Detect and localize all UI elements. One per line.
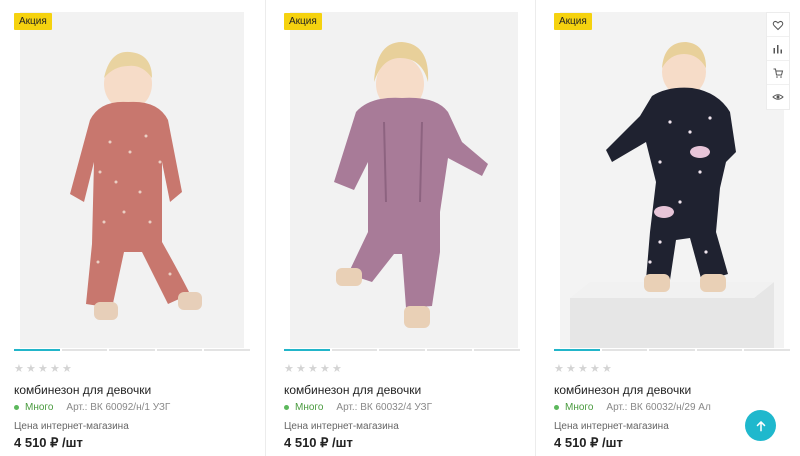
star-icon: ★ [38, 363, 48, 375]
scroll-to-top-button[interactable] [745, 410, 776, 441]
star-icon: ★ [26, 363, 36, 375]
eye-icon [772, 94, 784, 100]
star-icon: ★ [14, 363, 24, 375]
product-card[interactable]: Акция ★ ★ ★ ★ ★ комбинезон для девочки М… [268, 0, 536, 456]
star-icon: ★ [590, 363, 600, 375]
stock-status: Много [295, 402, 324, 413]
star-icon: ★ [602, 363, 612, 375]
product-card[interactable]: Акция ★ ★ ★ ★ ★ комбинезон для девочки М… [540, 0, 800, 456]
stock-status: Много [25, 402, 54, 413]
promo-badge: Акция [14, 13, 52, 30]
stock-row: Много Арт.: ВК 60092/н/1 УЗГ [14, 402, 170, 413]
promo-badge: Акция [554, 13, 592, 30]
product-photo[interactable] [20, 12, 244, 348]
rating-stars: ★ ★ ★ ★ ★ [284, 363, 342, 375]
stock-dot-icon [554, 405, 559, 410]
star-icon: ★ [578, 363, 588, 375]
product-photo[interactable] [560, 12, 784, 348]
star-icon: ★ [62, 363, 72, 375]
slider-segment[interactable] [109, 349, 155, 351]
photo-slider-indicator[interactable] [554, 349, 790, 351]
slider-segment[interactable] [61, 349, 108, 351]
price-label: Цена интернет-магазина [554, 421, 669, 432]
product-price: 4 510 ₽ /шт [14, 435, 83, 450]
stock-row: Много Арт.: ВК 60032/4 УЗГ [284, 402, 432, 413]
slider-segment[interactable] [204, 349, 250, 351]
photo-slider-indicator[interactable] [284, 349, 520, 351]
photo-slider-indicator[interactable] [14, 349, 250, 351]
cart-icon [773, 68, 784, 78]
star-icon: ★ [50, 363, 60, 375]
rating-stars: ★ ★ ★ ★ ★ [14, 363, 72, 375]
star-icon: ★ [320, 363, 330, 375]
add-to-cart-button[interactable] [767, 61, 789, 85]
product-price: 4 510 ₽ /шт [284, 435, 353, 450]
slider-segment[interactable] [696, 349, 743, 351]
slider-segment[interactable] [156, 349, 203, 351]
price-label: Цена интернет-магазина [284, 421, 399, 432]
product-price: 4 510 ₽ /шт [554, 435, 623, 450]
slider-segment[interactable] [554, 349, 600, 351]
star-icon: ★ [284, 363, 294, 375]
article-number: Арт.: ВК 60032/н/29 Ал [606, 402, 711, 413]
slider-segment[interactable] [744, 349, 790, 351]
product-photo[interactable] [290, 12, 518, 348]
slider-segment[interactable] [649, 349, 695, 351]
product-title[interactable]: комбинезон для девочки [14, 383, 151, 397]
promo-badge: Акция [284, 13, 322, 30]
product-actions [766, 12, 790, 110]
child-photo-image [560, 12, 784, 348]
slider-segment[interactable] [601, 349, 648, 351]
quick-view-button[interactable] [767, 85, 789, 109]
slider-segment[interactable] [284, 349, 330, 351]
product-grid: Акция ★ ★ ★ ★ ★ комбинезон для девочки М… [0, 0, 800, 456]
star-icon: ★ [566, 363, 576, 375]
arrow-up-icon [756, 420, 765, 431]
stock-row: Много Арт.: ВК 60032/н/29 Ал [554, 402, 711, 413]
star-icon: ★ [308, 363, 318, 375]
heart-icon [772, 20, 784, 30]
child-photo-image [290, 12, 518, 348]
slider-segment[interactable] [331, 349, 378, 351]
slider-segment[interactable] [426, 349, 473, 351]
article-number: Арт.: ВК 60032/4 УЗГ [336, 402, 433, 413]
child-photo-image [20, 12, 244, 348]
favorite-button[interactable] [767, 13, 789, 37]
price-label: Цена интернет-магазина [14, 421, 129, 432]
compare-button[interactable] [767, 37, 789, 61]
slider-segment[interactable] [14, 349, 60, 351]
article-number: Арт.: ВК 60092/н/1 УЗГ [66, 402, 171, 413]
stock-dot-icon [14, 405, 19, 410]
star-icon: ★ [296, 363, 306, 375]
star-icon: ★ [332, 363, 342, 375]
compare-icon [773, 44, 782, 53]
product-title[interactable]: комбинезон для девочки [554, 383, 691, 397]
slider-segment[interactable] [379, 349, 425, 351]
stock-status: Много [565, 402, 594, 413]
product-title[interactable]: комбинезон для девочки [284, 383, 421, 397]
stock-dot-icon [284, 405, 289, 410]
rating-stars: ★ ★ ★ ★ ★ [554, 363, 612, 375]
slider-segment[interactable] [474, 349, 520, 351]
star-icon: ★ [554, 363, 564, 375]
product-card[interactable]: Акция ★ ★ ★ ★ ★ комбинезон для девочки М… [0, 0, 266, 456]
